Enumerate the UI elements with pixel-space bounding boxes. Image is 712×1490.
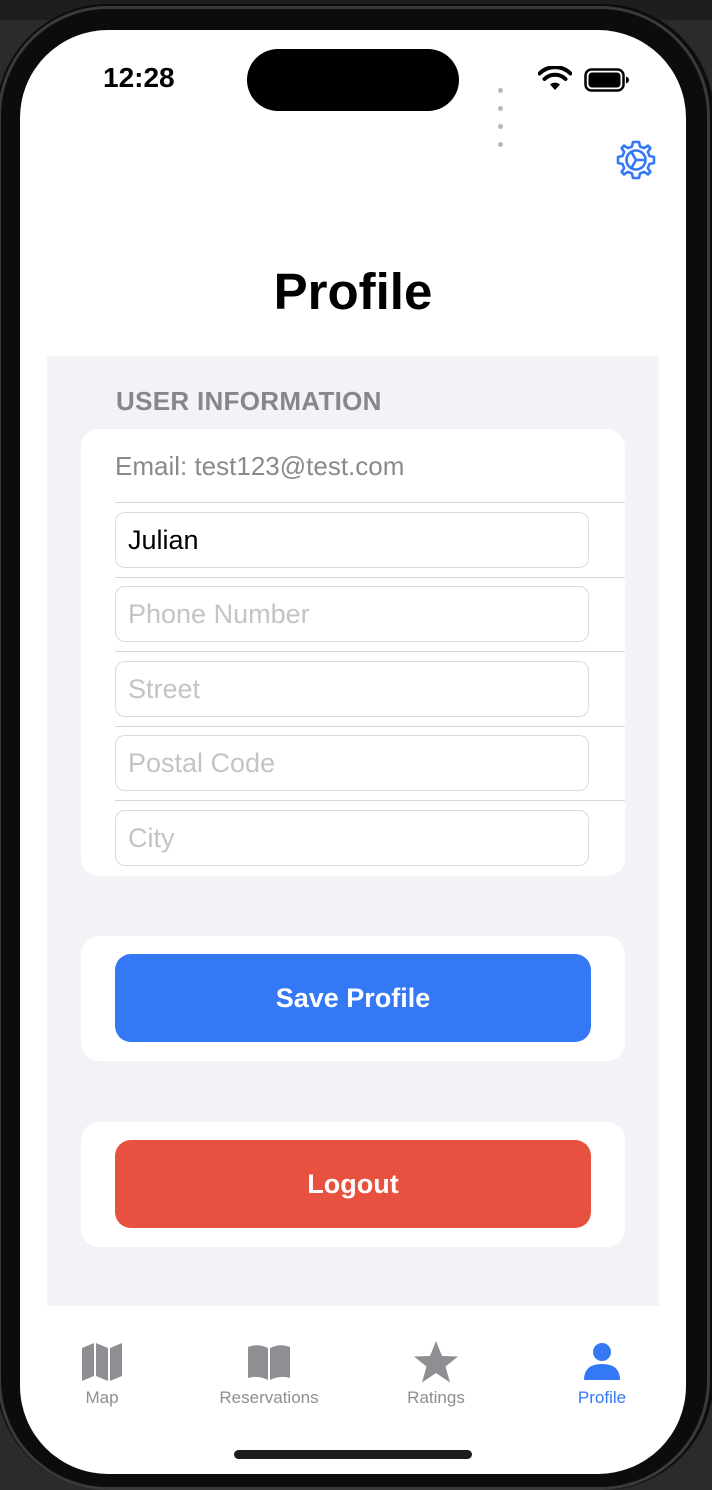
gear-icon[interactable]	[614, 138, 658, 182]
row-divider	[115, 726, 625, 727]
row-divider	[115, 800, 625, 801]
user-information-card: Email: test123@test.com	[81, 429, 625, 876]
tab-label-ratings: Ratings	[407, 1388, 465, 1407]
tab-profile[interactable]: Profile	[522, 1340, 682, 1408]
tab-map[interactable]: Map	[22, 1340, 182, 1408]
tab-reservations[interactable]: Reservations	[189, 1340, 349, 1408]
tab-label-map: Map	[85, 1388, 119, 1407]
phone-screen: 12:28 Profile USER INFORMATION Email: te…	[20, 30, 686, 1474]
page-title: Profile	[273, 263, 433, 320]
city-field[interactable]	[115, 810, 589, 866]
status-time: 12:28	[103, 62, 175, 93]
tab-ratings[interactable]: Ratings	[356, 1340, 516, 1408]
name-field[interactable]	[115, 512, 589, 568]
street-field[interactable]	[115, 661, 589, 717]
row-divider	[115, 577, 625, 578]
tab-label-profile: Profile	[577, 1388, 627, 1407]
star-icon	[414, 1341, 458, 1383]
postal-code-field[interactable]	[115, 735, 589, 791]
wifi-icon	[538, 66, 572, 90]
phone-number-field[interactable]	[115, 586, 589, 642]
tab-label-reservations: Reservations	[219, 1388, 319, 1407]
row-divider	[115, 502, 625, 503]
person-icon	[584, 1343, 620, 1380]
home-indicator[interactable]	[234, 1450, 472, 1459]
logout-button[interactable]: Logout	[115, 1140, 591, 1228]
dynamic-island	[247, 49, 459, 111]
section-header-user-information: USER INFORMATION	[116, 386, 382, 416]
row-divider	[115, 651, 625, 652]
map-icon	[82, 1343, 122, 1381]
save-profile-button[interactable]: Save Profile	[115, 954, 591, 1042]
cellular-signal-icon	[498, 80, 505, 152]
email-label: Email: test123@test.com	[115, 451, 405, 481]
book-icon	[248, 1345, 290, 1380]
battery-icon	[584, 68, 629, 92]
logout-card: Logout	[81, 1122, 625, 1247]
tab-bar: Map Reservations Ratings Profile	[20, 1320, 686, 1430]
save-profile-card: Save Profile	[81, 936, 625, 1061]
